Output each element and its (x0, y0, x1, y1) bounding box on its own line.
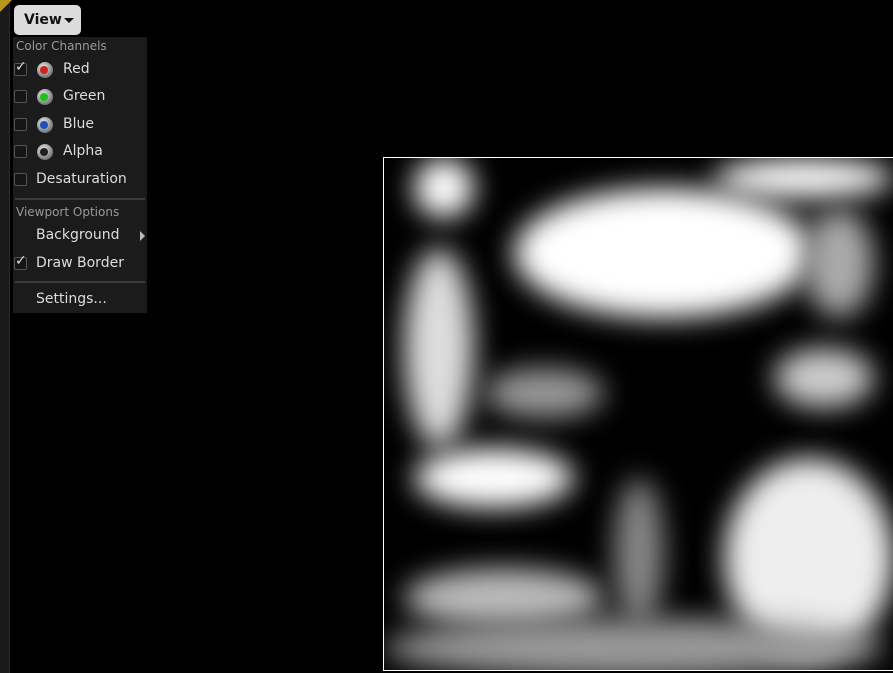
view-dropdown-menu: Color Channels Red Green Blue Alpha Desa… (13, 37, 147, 313)
menu-item-alpha[interactable]: Alpha (13, 140, 147, 164)
submenu-arrow-icon (140, 231, 145, 241)
menu-divider (15, 198, 145, 200)
caret-down-icon (63, 17, 74, 23)
corner-marker (0, 0, 12, 12)
draw-border-label: Draw Border (36, 255, 124, 271)
menu-item-settings[interactable]: Settings... (13, 288, 147, 312)
desaturation-checkbox[interactable] (14, 173, 27, 186)
red-channel-icon (37, 62, 53, 78)
menu-item-red[interactable]: Red (13, 58, 147, 82)
menu-divider (15, 281, 145, 283)
menu-item-green[interactable]: Green (13, 85, 147, 109)
green-channel-icon (37, 89, 53, 105)
menu-item-desaturation[interactable]: Desaturation (13, 168, 147, 192)
view-label: View (24, 12, 62, 28)
texture-preview (383, 157, 893, 671)
green-checkbox[interactable] (14, 90, 27, 103)
viewport-options-header: Viewport Options (16, 205, 120, 219)
alpha-checkbox[interactable] (14, 145, 27, 158)
desaturation-label: Desaturation (36, 171, 127, 187)
red-checkbox[interactable] (14, 59, 27, 76)
menu-item-blue[interactable]: Blue (13, 113, 147, 137)
view-menu-button[interactable]: View (14, 5, 81, 35)
background-label: Background (36, 227, 120, 243)
menu-item-background[interactable]: Background (13, 224, 147, 248)
green-label: Green (63, 88, 106, 104)
blue-label: Blue (63, 116, 94, 132)
blue-channel-icon (37, 117, 53, 133)
color-channels-header: Color Channels (16, 39, 107, 53)
menu-item-draw-border[interactable]: Draw Border (13, 252, 147, 276)
blue-checkbox[interactable] (14, 118, 27, 131)
panel-edge (0, 0, 10, 673)
red-label: Red (63, 61, 90, 77)
alpha-channel-icon (37, 144, 53, 160)
alpha-label: Alpha (63, 143, 103, 159)
draw-border-checkbox[interactable] (14, 253, 27, 270)
settings-label: Settings... (36, 291, 107, 307)
